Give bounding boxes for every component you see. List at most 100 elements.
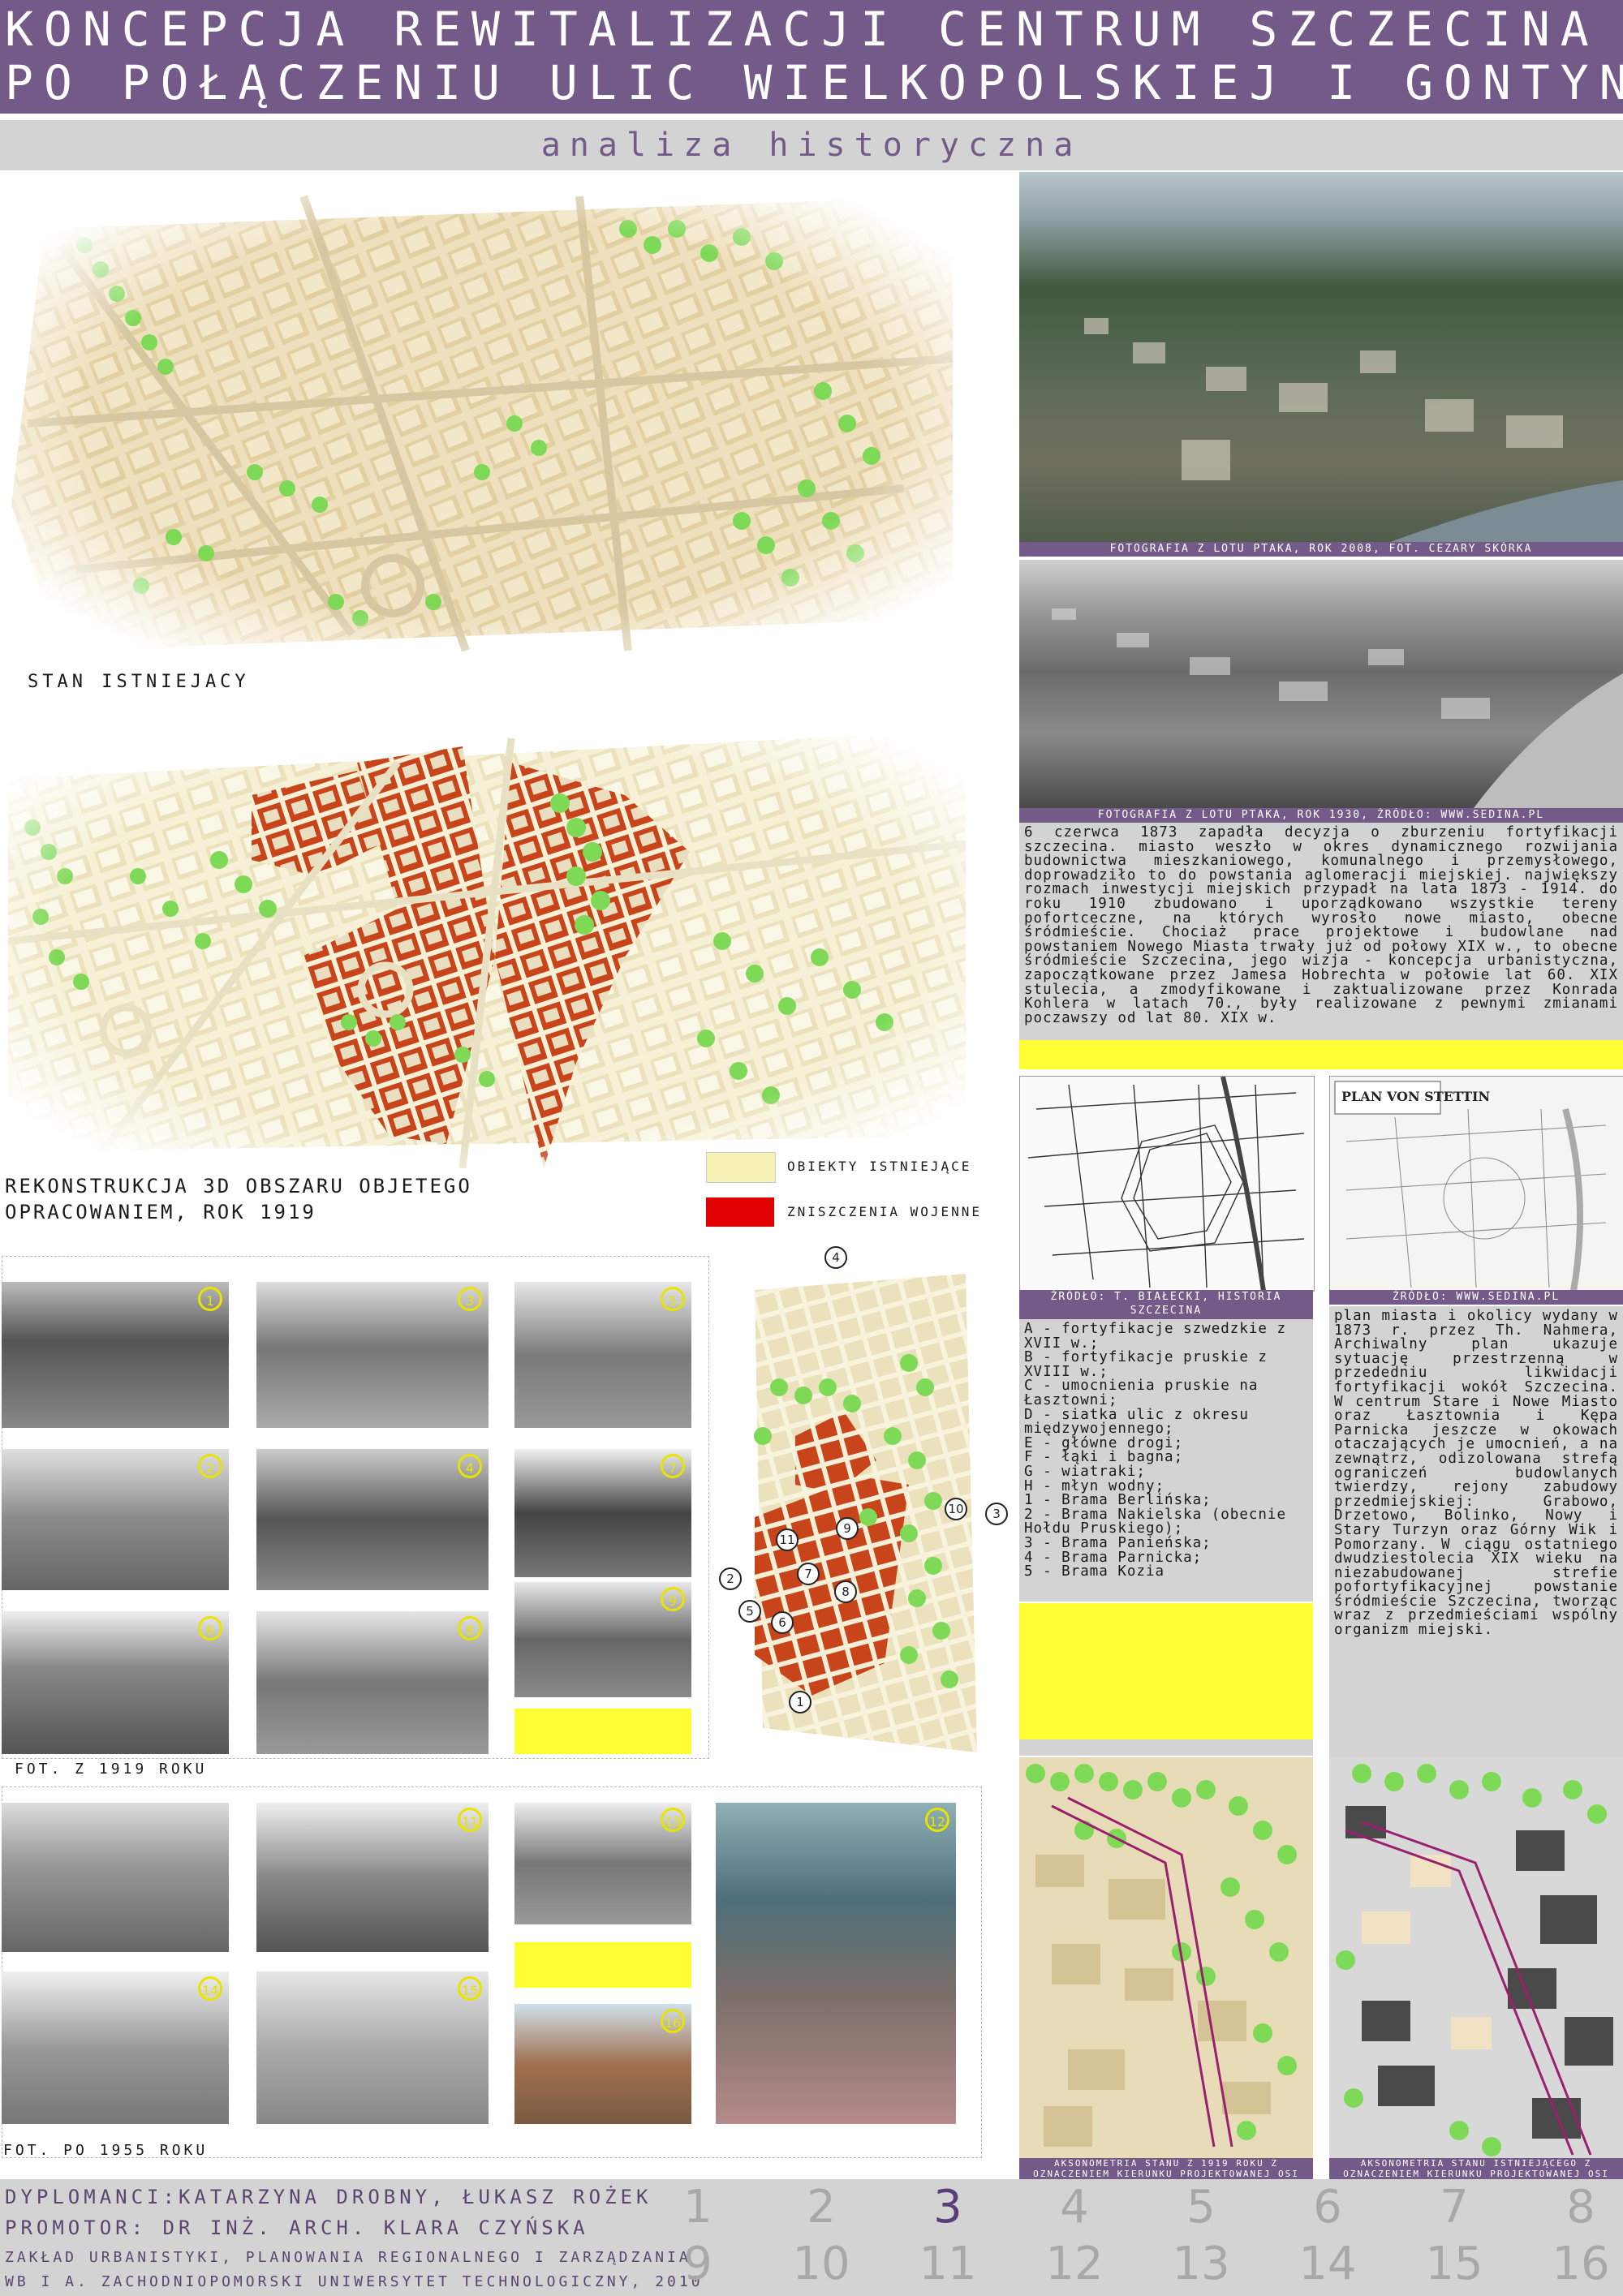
caption-aerial-2008: FOTOGRAFIA Z LOTU PTAKA, ROK 2008, FOT. … <box>1019 542 1623 557</box>
page-number[interactable]: 15 <box>1422 2238 1487 2290</box>
photo-marker: 1 <box>198 1287 222 1311</box>
legend-swatch-existing <box>706 1152 776 1183</box>
photo-marker: 13 <box>661 1808 685 1832</box>
gray-spacer <box>1019 1739 1313 1756</box>
page-number[interactable]: 4 <box>1042 2181 1107 2234</box>
map-number: 8 <box>834 1580 857 1603</box>
map-number: 10 <box>945 1498 967 1520</box>
page-number[interactable]: 14 <box>1295 2238 1360 2290</box>
yellow-block-photos-1919 <box>514 1709 691 1754</box>
photo-marker: 3 <box>458 1287 482 1311</box>
photo-1919-9: 9 <box>514 1582 691 1697</box>
map-number: 5 <box>738 1600 761 1623</box>
page-number[interactable]: 12 <box>1042 2238 1107 2290</box>
photo-location-map <box>747 1274 977 1752</box>
existing-state-label: STAN ISTNIEJACY <box>28 672 250 692</box>
page-number[interactable]: 6 <box>1295 2181 1360 2234</box>
footer: DYPLOMANCI:KATARZYNA DROBNY, ŁUKASZ ROŻE… <box>0 2179 1623 2296</box>
footer-authors: DYPLOMANCI:KATARZYNA DROBNY, ŁUKASZ ROŻE… <box>5 2186 652 2208</box>
footer-department: ZAKŁAD URBANISTYKI, PLANOWANIA REGIONALN… <box>5 2249 691 2266</box>
subtitle-band: analiza historyczna <box>0 120 1623 170</box>
yellow-block-2 <box>1019 1603 1313 1739</box>
photo-1955-14: 14 <box>2 1971 229 2124</box>
photo-marker: 12 <box>925 1808 949 1832</box>
photo-marker: 14 <box>198 1976 222 2001</box>
photo-marker: 8 <box>458 1616 482 1640</box>
page-number[interactable]: 1 <box>665 2181 730 2234</box>
title-line-2: PO POŁĄCZENIU ULIC WIELKOPOLSKIEJ I GONT… <box>5 55 1623 110</box>
caption-aerial-1930: FOTOGRAFIA Z LOTU PTAKA, ROK 1930, ŹRÓDŁ… <box>1019 808 1623 823</box>
legend-label-war-damage: ZNISZCZENIA WOJENNE <box>787 1204 983 1219</box>
page-number[interactable]: 9 <box>665 2238 730 2290</box>
plan-description-text: plan miasta i okolicy wydany w 1873 r. p… <box>1329 1306 1623 1757</box>
yellow-block-photos-1955 <box>514 1942 691 1988</box>
axonometry-existing <box>1329 1757 1623 2163</box>
photo-1919-3: 3 <box>256 1282 489 1428</box>
map-number: 2 <box>719 1567 742 1590</box>
photo-1919-6: 6 <box>2 1611 229 1754</box>
map-number: 11 <box>776 1529 799 1551</box>
photo-1955-15: 15 <box>256 1971 489 2124</box>
map-number: 7 <box>797 1563 820 1585</box>
page-number[interactable]: 2 <box>789 2181 854 2234</box>
page-number[interactable]: 16 <box>1548 2238 1613 2290</box>
old-map-plan-stettin: PLAN VON STETTIN <box>1329 1076 1623 1292</box>
photo-1955-13: 13 <box>514 1803 691 1924</box>
caption-axonometry-1919: AKSONOMETRIA STANU Z 1919 ROKU Z OZNACZE… <box>1019 2158 1313 2179</box>
photo-marker: 11 <box>458 1808 482 1832</box>
legend-swatch-war-damage <box>706 1197 774 1227</box>
photo-1919-8: 8 <box>256 1611 489 1754</box>
yellow-bar-1 <box>1019 1040 1623 1069</box>
page-number[interactable]: 10 <box>789 2238 854 2290</box>
photo-1955-a <box>2 1803 229 1952</box>
title-band: KONCEPCJA REWITALIZACJI CENTRUM SZCZECIN… <box>0 0 1623 114</box>
photo-marker: 5 <box>661 1287 685 1311</box>
footer-promotor: PROMOTOR: DR INŻ. ARCH. KLARA CZYŃSKA <box>5 2216 589 2239</box>
map-number: 9 <box>836 1517 859 1540</box>
aerial-photo-1930 <box>1019 560 1623 808</box>
aerial-photo-2008 <box>1019 172 1623 557</box>
page-number-current[interactable]: 3 <box>915 2181 980 2234</box>
title-line-1: KONCEPCJA REWITALIZACJI CENTRUM SZCZECIN… <box>5 2 1599 57</box>
map-number: 4 <box>824 1246 847 1269</box>
photo-marker: 2 <box>198 1454 222 1478</box>
map-number: 3 <box>985 1503 1008 1525</box>
photo-marker: 6 <box>198 1616 222 1640</box>
page-number[interactable]: 7 <box>1422 2181 1487 2234</box>
map-number: 1 <box>789 1691 812 1713</box>
photo-marker: 7 <box>661 1454 685 1478</box>
photo-1919-4: 4 <box>256 1449 489 1590</box>
caption-axonometry-existing: AKSONOMETRIA STANU ISTNIEJĄCEGO Z OZNACZ… <box>1329 2158 1623 2179</box>
page-number[interactable]: 8 <box>1548 2181 1613 2234</box>
reconstruction-label-line-1: REKONSTRUKCJA 3D OBSZARU OBJETEGO <box>5 1175 472 1197</box>
photo-1955-16: 16 <box>514 2004 691 2124</box>
footer-university: WB I A. ZACHODNIOPOMORSKI UNIWERSYTET TE… <box>5 2273 704 2290</box>
photo-1919-7: 7 <box>514 1449 691 1577</box>
photo-marker: 4 <box>458 1454 482 1478</box>
map-number: 6 <box>771 1611 794 1634</box>
old-map-fortifications <box>1019 1076 1315 1292</box>
existing-state-map <box>11 180 961 659</box>
reconstruction-label-line-2: OPRACOWANIEM, ROK 1919 <box>5 1201 316 1223</box>
fortifications-legend-text: A - fortyfikacje szwedzkie z XVII w.; B … <box>1019 1319 1313 1602</box>
photo-1919-2: 2 <box>2 1449 229 1590</box>
svg-text:PLAN VON STETTIN: PLAN VON STETTIN <box>1341 1089 1490 1104</box>
photo-marker: 9 <box>661 1587 685 1611</box>
history-text: 6 czerwca 1873 zapadła decyzja o zburzen… <box>1019 823 1623 1040</box>
photo-1955-11: 11 <box>256 1803 489 1952</box>
photo-marker: 16 <box>661 2009 685 2033</box>
photo-1955-aerial: 12 <box>716 1803 956 2124</box>
photo-marker: 15 <box>458 1976 482 2001</box>
axonometry-1919 <box>1019 1757 1313 2163</box>
page-number[interactable]: 11 <box>915 2238 980 2290</box>
caption-old-map-left: ŹRÓDŁO: T. BIAŁECKI, HISTORIA SZCZECINA <box>1019 1290 1313 1319</box>
photo-1919-1: 1 <box>2 1282 229 1428</box>
page-number[interactable]: 13 <box>1169 2238 1233 2290</box>
subtitle: analiza historyczna <box>540 127 1083 164</box>
page-number[interactable]: 5 <box>1169 2181 1233 2234</box>
caption-old-map-right: ŹRÓDŁO: WWW.SEDINA.PL <box>1329 1290 1623 1305</box>
caption-photos-1955: FOT. PO 1955 ROKU <box>3 2142 209 2159</box>
legend-label-existing: OBIEKTY ISTNIEJĄCE <box>787 1159 972 1174</box>
photo-1919-5: 5 <box>514 1282 691 1428</box>
reconstruction-1919-map <box>8 714 966 1168</box>
